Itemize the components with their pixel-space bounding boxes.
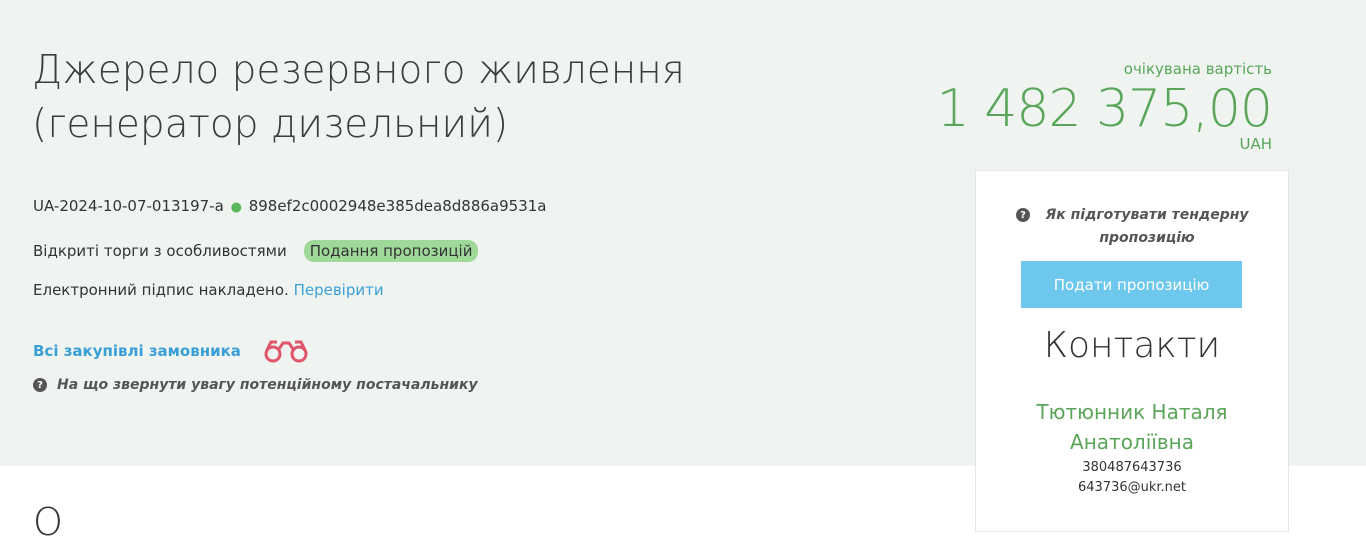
action-panel: ? Як підготувати тендерну пропозицію Под… <box>975 170 1289 532</box>
contact-name: Тютюнник Наталя Анатоліївна <box>1036 400 1228 454</box>
question-circle-icon: ? <box>33 378 47 392</box>
attention-text: На що звернути увагу потенційному постач… <box>57 377 478 393</box>
price-block: очікувана вартість 1 482 375,00 UAH <box>936 60 1273 153</box>
submit-proposal-button[interactable]: Подати пропозицію <box>1021 261 1242 308</box>
procedure-type: Відкриті торги з особливостями <box>33 242 287 260</box>
attention-hint[interactable]: ? На що звернути увагу потенційному пост… <box>33 377 478 393</box>
tender-id-line: UA-2024-10-07-013197-a ● 898ef2c0002948e… <box>33 197 546 215</box>
procedure-line: Відкриті торги з особливостями Подання п… <box>33 240 479 262</box>
howto-link[interactable]: ? Як підготувати тендерну пропозицію <box>1016 204 1256 250</box>
binoculars-icon[interactable] <box>261 338 311 364</box>
all-purchases-link[interactable]: Всі закупівлі замовника <box>33 342 241 360</box>
all-purchases-row: Всі закупівлі замовника <box>33 338 311 364</box>
tender-id: UA-2024-10-07-013197-a <box>33 197 224 215</box>
verify-signature-link[interactable]: Перевірити <box>294 281 384 299</box>
contact-email: 643736@ukr.net <box>1077 480 1186 495</box>
price-label: очікувана вартість <box>1123 60 1272 78</box>
separator-dot: ● <box>230 200 242 215</box>
question-circle-icon: ? <box>1016 208 1030 222</box>
price-amount: 1 482 375,00 <box>936 79 1273 139</box>
howto-text: Як підготувати тендерну пропозицію <box>1045 207 1249 246</box>
status-badge: Подання пропозицій <box>303 240 479 262</box>
contact-phone: 380487643736 <box>1082 460 1182 475</box>
signature-line: Електронний підпис накладено. Перевірити <box>33 281 384 299</box>
tender-hash: 898ef2c0002948e385dea8d886a9531a <box>248 197 547 215</box>
page-title: Джерело резервного живлення (генератор д… <box>32 48 685 147</box>
contacts-title: Контакти <box>1043 325 1221 366</box>
signature-text: Електронний підпис накладено. <box>33 281 289 299</box>
next-section-heading: О <box>33 500 63 544</box>
price-currency: UAH <box>1239 135 1272 153</box>
